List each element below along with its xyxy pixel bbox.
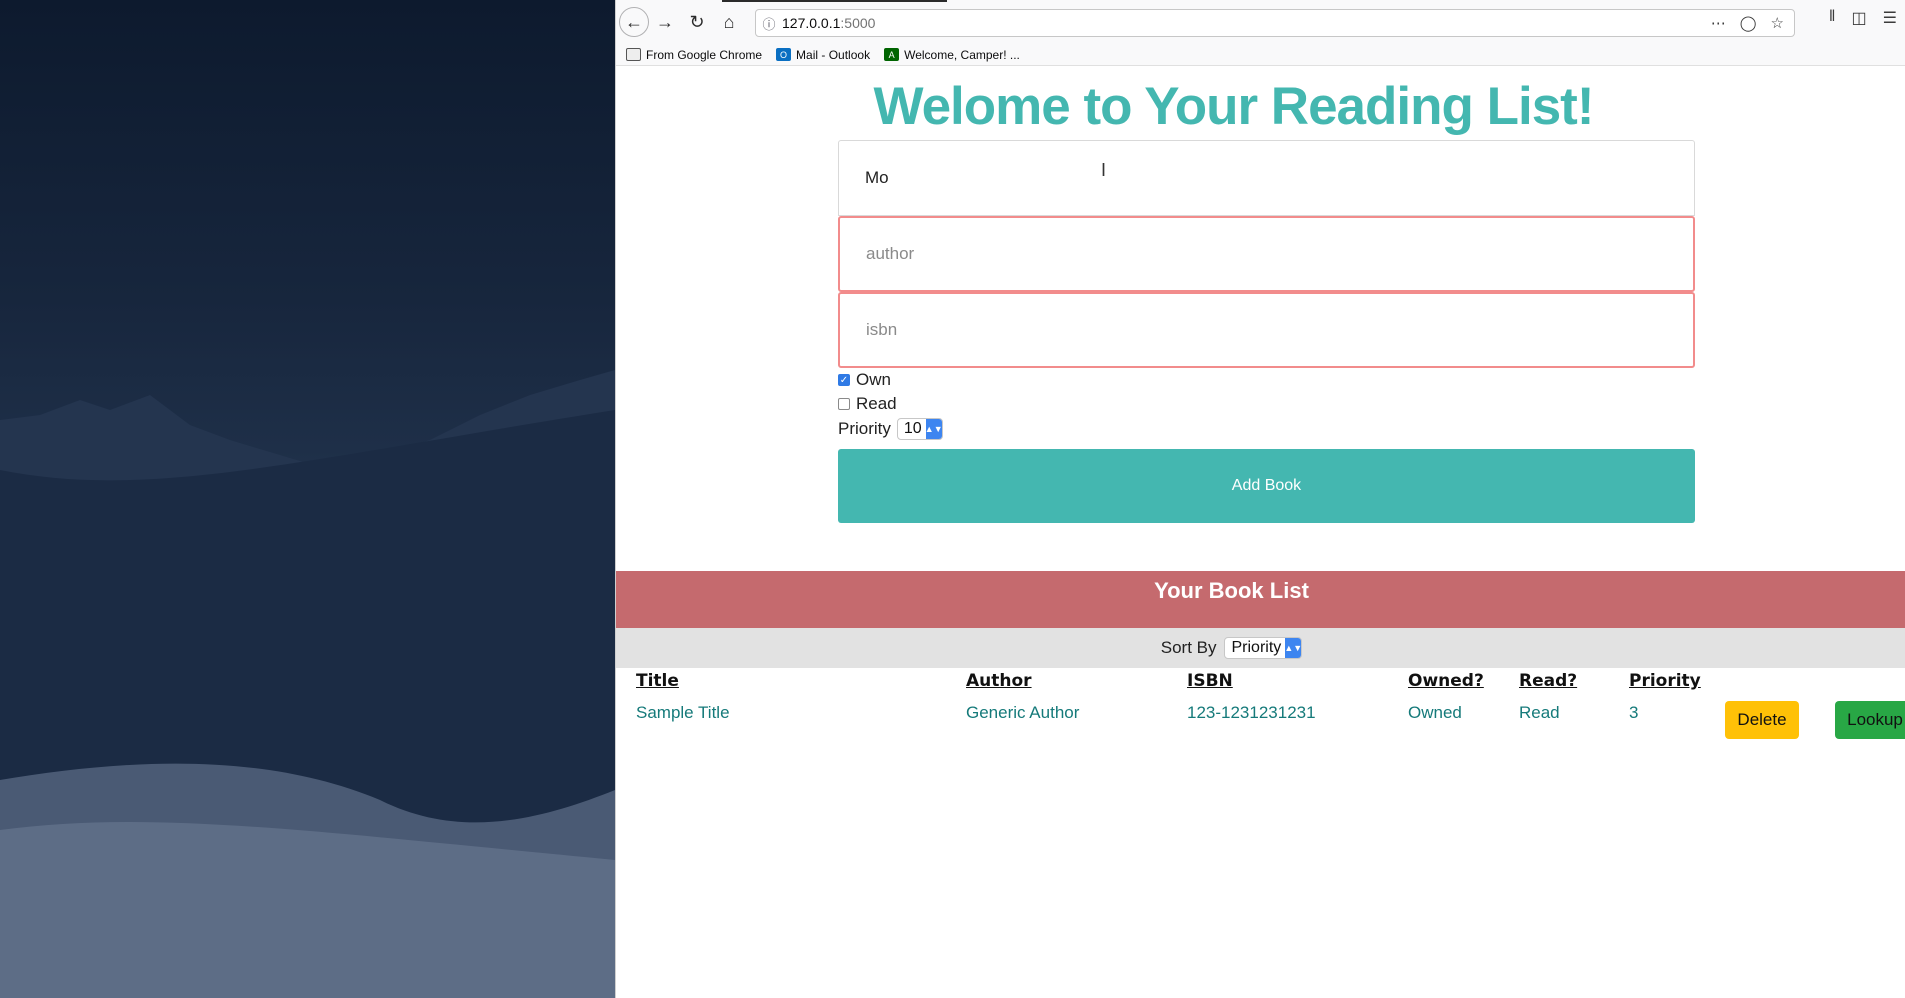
column-header-title: Title — [636, 671, 679, 691]
url-bar[interactable]: ⓘ 127.0.0.1:5000 ⋯ ◯ ☆ — [755, 9, 1795, 37]
folder-icon — [626, 48, 641, 61]
author-input[interactable]: author — [838, 216, 1695, 292]
column-header-owned: Owned? — [1408, 671, 1484, 691]
isbn-placeholder: isbn — [866, 320, 898, 339]
priority-row: Priority 10 ▲▼ — [838, 418, 943, 440]
cell-owned: Owned — [1408, 703, 1462, 722]
sort-label: Sort By — [1160, 638, 1217, 657]
back-arrow-icon[interactable]: ← — [619, 7, 649, 37]
desktop-wallpaper — [0, 0, 615, 998]
priority-select[interactable]: 10 ▲▼ — [896, 418, 943, 440]
cell-read: Read — [1519, 703, 1560, 722]
url-port: :5000 — [840, 15, 876, 31]
priority-value: 10 — [903, 420, 922, 437]
forward-arrow-icon[interactable]: → — [649, 6, 681, 38]
select-stepper-icon: ▲▼ — [1284, 638, 1302, 658]
own-row: ✓ Own — [838, 370, 891, 390]
page-content: Welome to Your Reading List! Mo I author… — [616, 66, 1905, 998]
isbn-input[interactable]: isbn — [838, 292, 1695, 368]
browser-window: ← → ↻ ⌂ ⓘ 127.0.0.1:5000 ⋯ ◯ ☆ ‖ ◫ ☰ Fro… — [615, 0, 1905, 998]
sort-select[interactable]: Priority ▲▼ — [1224, 637, 1303, 659]
text-cursor-icon: I — [1101, 160, 1107, 180]
active-tab-indicator — [722, 0, 947, 2]
title-input-value: Mo — [865, 168, 889, 187]
cell-author: Generic Author — [966, 703, 1080, 722]
url-host: 127.0.0.1 — [782, 15, 841, 31]
column-header-read: Read? — [1519, 671, 1578, 691]
library-icon[interactable]: ‖ — [1829, 8, 1836, 28]
outlook-icon: O — [776, 48, 792, 61]
column-header-isbn: ISBN — [1187, 671, 1233, 691]
title-input[interactable]: Mo — [838, 140, 1695, 216]
bookmarks-toolbar: From Google Chrome O Mail - Outlook A We… — [616, 44, 1905, 66]
priority-label: Priority — [838, 419, 891, 438]
read-checkbox[interactable] — [838, 398, 850, 410]
cell-title: Sample Title — [636, 703, 730, 722]
author-placeholder: author — [866, 244, 915, 263]
cell-isbn: 123-1231231231 — [1187, 703, 1316, 722]
add-book-button[interactable]: Add Book — [838, 449, 1695, 523]
sort-value: Priority — [1231, 639, 1282, 656]
select-stepper-icon: ▲▼ — [925, 419, 943, 439]
page-actions-icon[interactable]: ⋯ — [1711, 14, 1726, 32]
menu-icon[interactable]: ☰ — [1883, 8, 1897, 28]
page-title: Welome to Your Reading List! — [873, 77, 1595, 136]
reload-icon[interactable]: ↻ — [681, 6, 713, 38]
lookup-button[interactable]: Lookup — [1835, 701, 1905, 739]
own-checkbox[interactable]: ✓ — [838, 374, 850, 386]
sort-bar: Sort By Priority ▲▼ — [616, 628, 1905, 668]
freecodecamp-icon: A — [884, 48, 900, 61]
bookmark-from-google-chrome[interactable]: From Google Chrome — [626, 48, 762, 62]
home-icon[interactable]: ⌂ — [713, 6, 745, 38]
read-label: Read — [856, 394, 897, 413]
cell-priority: 3 — [1629, 703, 1639, 722]
site-info-icon[interactable]: ⓘ — [756, 14, 782, 33]
bookmark-mail-outlook[interactable]: O Mail - Outlook — [776, 48, 870, 62]
delete-button[interactable]: Delete — [1725, 701, 1799, 739]
book-list-header: Your Book List — [616, 571, 1905, 628]
pocket-icon[interactable]: ◯ — [1740, 14, 1757, 32]
star-icon[interactable]: ☆ — [1771, 14, 1784, 32]
column-header-author: Author — [966, 671, 1032, 691]
column-header-priority: Priority — [1629, 671, 1701, 691]
read-row: Read — [838, 394, 897, 414]
sidebar-icon[interactable]: ◫ — [1852, 8, 1867, 28]
browser-toolbar: ← → ↻ ⌂ ⓘ 127.0.0.1:5000 ⋯ ◯ ☆ ‖ ◫ ☰ — [616, 0, 1905, 44]
own-label: Own — [856, 370, 891, 389]
bookmark-welcome-camper[interactable]: A Welcome, Camper! ... — [884, 48, 1020, 62]
